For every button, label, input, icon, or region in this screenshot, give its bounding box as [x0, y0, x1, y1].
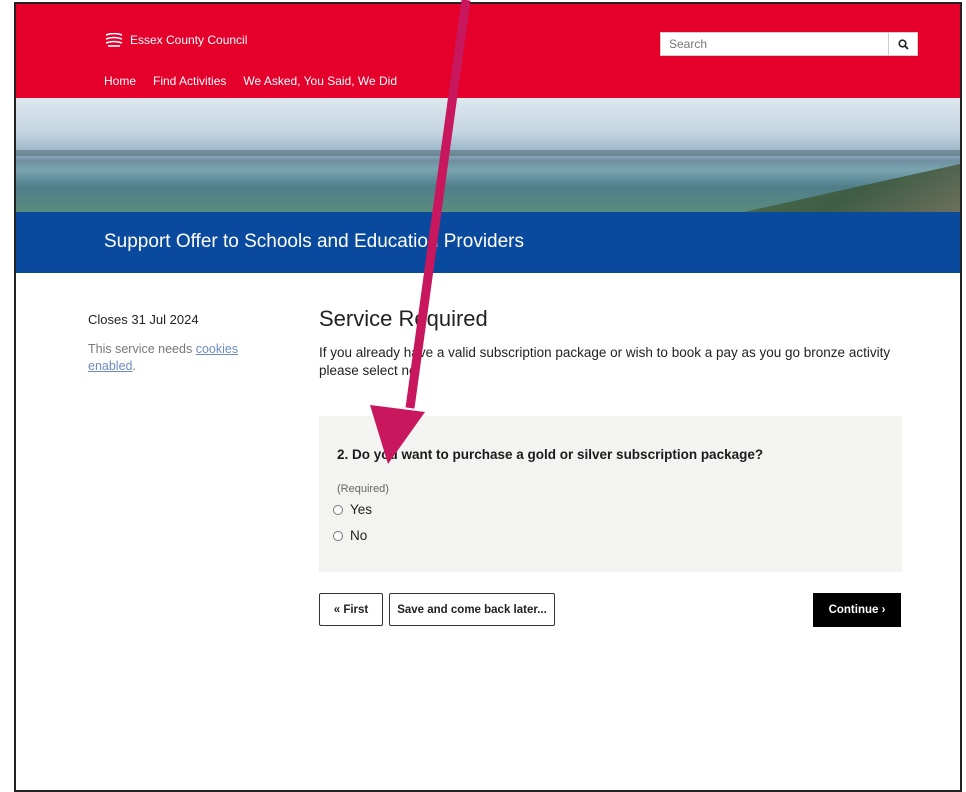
question-text: 2. Do you want to purchase a gold or sil…: [337, 447, 764, 462]
logo-text: Essex County Council: [130, 33, 248, 47]
banner-horizon: [16, 150, 960, 156]
nav-home[interactable]: Home: [104, 74, 136, 88]
page-title-bar: Support Offer to Schools and Education P…: [16, 212, 960, 273]
council-logo[interactable]: Essex County Council: [104, 33, 247, 47]
radio-no[interactable]: [333, 530, 343, 541]
nav-find-activities[interactable]: Find Activities: [153, 74, 226, 88]
cookies-suffix: .: [132, 358, 136, 373]
section-heading: Service Required: [319, 306, 488, 331]
sidebar: Closes 31 Jul 2024 This service needs co…: [88, 312, 288, 375]
option-no-label: No: [350, 528, 368, 543]
search-box: [660, 32, 918, 56]
radio-yes[interactable]: [333, 504, 343, 515]
option-yes-label: Yes: [350, 502, 373, 517]
council-crest-icon: [105, 33, 123, 47]
first-button[interactable]: « First: [319, 593, 383, 626]
search-button[interactable]: [888, 33, 917, 55]
search-icon: [897, 38, 909, 50]
banner-coastline: [744, 164, 960, 212]
option-yes[interactable]: Yes: [333, 502, 372, 517]
search-input[interactable]: [661, 33, 888, 55]
cookies-notice: This service needs cookies enabled.: [88, 341, 288, 375]
site-header: Essex County Council Home Find Activitie…: [16, 4, 960, 98]
question-panel: 2. Do you want to purchase a gold or sil…: [319, 416, 902, 572]
continue-button[interactable]: Continue ›: [813, 593, 901, 627]
intro-text: If you already have a valid subscription…: [319, 345, 891, 379]
hero-banner-image: [16, 98, 960, 212]
browser-frame: Essex County Council Home Find Activitie…: [14, 2, 962, 792]
save-later-button[interactable]: Save and come back later...: [389, 593, 555, 626]
main-content: Service Required If you already have a v…: [319, 306, 901, 380]
page-title: Support Offer to Schools and Education P…: [104, 231, 525, 252]
required-label: (Required): [337, 483, 389, 495]
option-no[interactable]: No: [333, 528, 367, 543]
main-nav: Home Find Activities We Asked, You Said,…: [104, 74, 397, 88]
closing-date: Closes 31 Jul 2024: [88, 312, 199, 327]
nav-we-asked[interactable]: We Asked, You Said, We Did: [243, 74, 397, 88]
cookies-prefix: This service needs: [88, 342, 196, 356]
